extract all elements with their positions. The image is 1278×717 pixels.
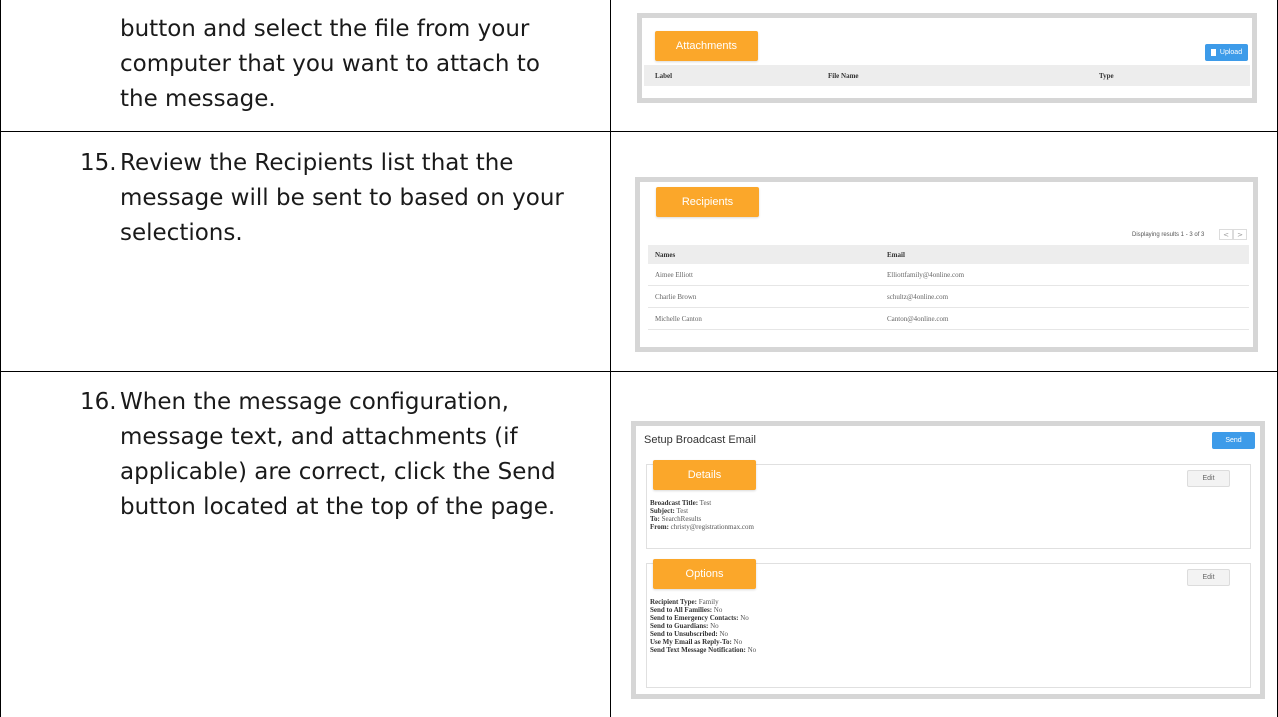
broadcast-screenshot: Setup Broadcast Email Send Details Edit … xyxy=(631,421,1265,699)
recipient-name: Charlie Brown xyxy=(655,292,697,301)
table-row: Michelle Canton Canton@4online.com xyxy=(648,308,1249,330)
field-label: Send to Unsubscribed: xyxy=(650,630,718,638)
column-header-names: Names xyxy=(655,250,676,259)
field-label: From: xyxy=(650,523,669,531)
step-15-line: Review the Recipients list that the xyxy=(120,150,514,176)
attachments-header-row: Label File Name Type xyxy=(644,65,1250,86)
recipients-screenshot: Recipients Displaying results 1 - 3 of 3… xyxy=(635,177,1258,352)
recipient-name: Aimee Elliott xyxy=(655,270,693,279)
recipients-header-row: Names Email xyxy=(648,245,1249,264)
upload-button[interactable]: Upload xyxy=(1205,44,1248,61)
send-button[interactable]: Send xyxy=(1212,432,1255,449)
step-15-line: message will be sent to based on your xyxy=(120,185,564,211)
step-15-text: Review the Recipients list that the mess… xyxy=(120,146,590,251)
option-field: Use My Email as Reply-To: No xyxy=(650,638,742,646)
options-card: Options Edit Recipient Type: Family Send… xyxy=(646,559,1251,688)
attachments-screenshot: Attachments Upload Label File Name Type xyxy=(637,13,1257,103)
step-14-text: button and select the file from your com… xyxy=(120,12,590,117)
option-field: Send Text Message Notification: No xyxy=(650,646,756,654)
field-value: No xyxy=(719,630,728,638)
options-edit-button[interactable]: Edit xyxy=(1187,569,1230,586)
table-row-divider-2 xyxy=(0,371,1278,372)
details-tab[interactable]: Details xyxy=(653,460,756,490)
field-value: No xyxy=(733,638,743,646)
upload-button-label: Upload xyxy=(1219,49,1243,56)
pagination-status: Displaying results 1 - 3 of 3 xyxy=(1132,232,1205,238)
field-value: christy@registrationmax.com xyxy=(670,523,754,531)
field-label: Send Text Message Notification: xyxy=(650,646,746,654)
field-label: Subject: xyxy=(650,507,675,515)
field-label: Broadcast Title: xyxy=(650,499,699,507)
step-16-line: applicable) are correct, click the Send xyxy=(120,459,556,485)
options-tab[interactable]: Options xyxy=(653,559,756,589)
field-value: Test xyxy=(676,507,689,515)
detail-field: To: SearchResults xyxy=(650,515,701,523)
field-value: No xyxy=(713,606,723,614)
detail-field: From: christy@registrationmax.com xyxy=(650,523,754,531)
table-divider-column xyxy=(610,0,611,717)
detail-field: Subject: Test xyxy=(650,507,688,515)
field-value: SearchResults xyxy=(661,515,702,523)
step-15-number: 15. xyxy=(80,150,117,176)
option-field: Send to Guardians: No xyxy=(650,622,719,630)
step-16-line: button located at the top of the page. xyxy=(120,494,556,520)
page-title: Setup Broadcast Email xyxy=(644,434,756,446)
field-value: No xyxy=(710,622,719,630)
details-edit-button[interactable]: Edit xyxy=(1187,470,1230,487)
recipient-name: Michelle Canton xyxy=(655,314,702,323)
field-value: Family xyxy=(698,598,719,606)
recipients-tab[interactable]: Recipients xyxy=(656,187,759,217)
step-16-text: When the message configuration, message … xyxy=(120,385,590,525)
option-field: Recipient Type: Family xyxy=(650,598,719,606)
recipient-email: Elliottfamily@4online.com xyxy=(887,270,965,279)
recipient-email: schultz@4online.com xyxy=(887,292,949,301)
table-row: Charlie Brown schultz@4online.com xyxy=(648,286,1249,308)
column-header-type: Type xyxy=(1099,71,1114,80)
field-label: To: xyxy=(650,515,660,523)
option-field: Send to Unsubscribed: No xyxy=(650,630,728,638)
field-label: Send to All Families: xyxy=(650,606,713,614)
step-16-number: 16. xyxy=(80,389,117,415)
step-15-line: selections. xyxy=(120,220,243,246)
column-header-label: Label xyxy=(655,71,673,80)
field-label: Send to Emergency Contacts: xyxy=(650,614,739,622)
field-label: Recipient Type: xyxy=(650,598,697,606)
recipient-email: Canton@4online.com xyxy=(887,314,949,323)
file-icon xyxy=(1210,49,1216,56)
pager-prev-button[interactable]: < xyxy=(1219,229,1233,240)
field-value: No xyxy=(747,646,757,654)
details-card: Details Edit Broadcast Title: Test Subje… xyxy=(646,460,1251,549)
table-border-left xyxy=(0,0,1,717)
pager-next-button[interactable]: > xyxy=(1233,229,1247,240)
column-header-file-name: File Name xyxy=(828,71,859,80)
step-14-line: button and select the file from your xyxy=(120,16,530,42)
table-row-divider-1 xyxy=(0,131,1278,132)
step-14-line: computer that you want to attach to xyxy=(120,51,540,77)
field-value: No xyxy=(740,614,749,622)
field-label: Send to Guardians: xyxy=(650,622,709,630)
attachments-tab[interactable]: Attachments xyxy=(655,31,758,61)
option-field: Send to All Families: No xyxy=(650,606,722,614)
detail-field: Broadcast Title: Test xyxy=(650,499,711,507)
step-14-line: the message. xyxy=(120,86,276,112)
step-16-line: When the message configuration, xyxy=(120,389,509,415)
table-row: Aimee Elliott Elliottfamily@4online.com xyxy=(648,264,1249,286)
field-value: Test xyxy=(699,499,712,507)
field-label: Use My Email as Reply-To: xyxy=(650,638,732,646)
step-16-line: message text, and attachments (if xyxy=(120,424,518,450)
column-header-email: Email xyxy=(887,250,905,259)
option-field: Send to Emergency Contacts: No xyxy=(650,614,749,622)
